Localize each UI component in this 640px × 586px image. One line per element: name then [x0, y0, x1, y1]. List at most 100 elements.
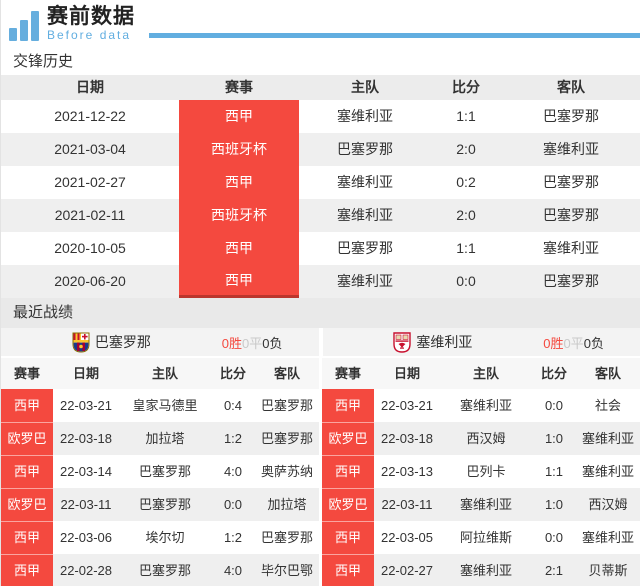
- home-team: 加拉塔: [145, 431, 185, 446]
- competition-badge: 西班牙杯: [179, 133, 299, 166]
- home-team: 巴塞罗那: [138, 497, 191, 512]
- match-score: 1:2: [223, 431, 243, 446]
- away-team: 贝蒂斯: [588, 563, 628, 578]
- match-date: 22-03-14: [59, 464, 113, 479]
- match-score: 0:2: [456, 174, 476, 190]
- table-row: 西甲 22-03-21 皇家马德里 0:4 巴塞罗那: [1, 389, 319, 422]
- col-header-date: 日期: [72, 366, 99, 381]
- site-logo: 赛前数据 Before data: [9, 6, 135, 41]
- team-record: 0胜0平0负: [222, 333, 319, 352]
- competition-badge: 西甲: [322, 521, 374, 554]
- col-header-home: 主队: [472, 366, 499, 381]
- match-date: 2020-06-20: [54, 273, 126, 289]
- match-date: 22-03-06: [59, 530, 113, 545]
- match-score: 1:2: [223, 530, 243, 545]
- logo-subtitle: Before data: [47, 28, 132, 42]
- record-draws: 0平: [242, 335, 263, 351]
- col-header-away: 客队: [557, 79, 585, 95]
- away-team: 塞维利亚: [581, 464, 634, 479]
- competition-badge: 西甲: [322, 554, 374, 586]
- home-team: 巴列卡: [466, 464, 506, 479]
- away-team: 社会: [594, 398, 621, 413]
- page: 赛前数据 Before data 交锋历史 日期 赛事 主队 比分 客队 202…: [0, 0, 640, 586]
- competition-badge: 西甲: [1, 521, 53, 554]
- home-team: 皇家马德里: [132, 398, 198, 413]
- col-header-home: 主队: [351, 79, 379, 95]
- table-row: 西甲 22-03-13 巴列卡 1:1 塞维利亚: [322, 455, 640, 488]
- home-team: 塞维利亚: [459, 398, 512, 413]
- logo-title: 赛前数据: [47, 5, 135, 28]
- record-losses: 0负: [583, 335, 604, 351]
- table-row: 2021-03-04 西班牙杯 巴塞罗那 2:0 塞维利亚: [1, 133, 640, 166]
- mini-table-header: 赛事 日期 主队 比分 客队: [322, 358, 640, 389]
- col-header-away: 客队: [594, 366, 621, 381]
- recent-panel-barcelona: 赛事 日期 主队 比分 客队 西甲 22-03-21 皇家马德里 0:4 巴塞罗…: [1, 358, 319, 586]
- table-row: 西甲 22-03-05 阿拉维斯 0:0 塞维利亚: [322, 521, 640, 554]
- away-team: 塞维利亚: [581, 530, 634, 545]
- col-header-score: 比分: [452, 79, 480, 95]
- competition-badge: 西甲: [322, 389, 374, 422]
- competition-badge: 西甲: [179, 265, 299, 298]
- away-team: 塞维利亚: [543, 141, 599, 157]
- home-team: 巴塞罗那: [337, 141, 393, 157]
- recent-panels: 赛事 日期 主队 比分 客队 西甲 22-03-21 皇家马德里 0:4 巴塞罗…: [1, 358, 640, 586]
- table-row: 2021-12-22 西甲 塞维利亚 1:1 巴塞罗那: [1, 100, 640, 133]
- record-wins: 0胜: [543, 335, 564, 351]
- competition-badge: 西甲: [179, 232, 299, 265]
- team-name: 塞维利亚: [416, 334, 473, 350]
- match-score: 2:0: [456, 207, 476, 223]
- match-score: 0:0: [544, 530, 564, 545]
- col-header-home: 主队: [151, 366, 178, 381]
- record-losses: 0负: [262, 335, 283, 351]
- match-score: 2:1: [544, 563, 564, 578]
- match-date: 2021-03-04: [54, 141, 126, 157]
- sevilla-badge-icon: [393, 331, 412, 353]
- match-score: 1:0: [544, 431, 564, 446]
- match-score: 0:0: [223, 497, 243, 512]
- team-record: 0胜0平0负: [543, 333, 640, 352]
- match-date: 22-03-21: [59, 398, 113, 413]
- col-header-date: 日期: [76, 79, 104, 95]
- away-team: 巴塞罗那: [543, 174, 599, 190]
- col-header-away: 客队: [273, 366, 300, 381]
- table-row: 欧罗巴 22-03-18 西汉姆 1:0 塞维利亚: [322, 422, 640, 455]
- away-team: 巴塞罗那: [260, 398, 313, 413]
- table-row: 欧罗巴 22-03-11 塞维利亚 1:0 西汉姆: [322, 488, 640, 521]
- col-header-score: 比分: [540, 366, 567, 381]
- away-team: 巴塞罗那: [260, 530, 313, 545]
- away-team: 巴塞罗那: [260, 431, 313, 446]
- mini-table-header: 赛事 日期 主队 比分 客队: [1, 358, 319, 389]
- table-row: 2020-10-05 西甲 巴塞罗那 1:1 塞维利亚: [1, 232, 640, 265]
- away-team: 塞维利亚: [581, 431, 634, 446]
- match-date: 22-03-18: [59, 431, 113, 446]
- competition-badge: 西甲: [1, 455, 53, 488]
- match-score: 0:0: [544, 398, 564, 413]
- match-score: 0:4: [223, 398, 243, 413]
- record-draws: 0平: [563, 335, 584, 351]
- table-row: 欧罗巴 22-03-18 加拉塔 1:2 巴塞罗那: [1, 422, 319, 455]
- home-team: 塞维利亚: [337, 273, 393, 289]
- col-header-comp: 赛事: [334, 366, 361, 381]
- record-wins: 0胜: [221, 335, 243, 351]
- away-team: 巴塞罗那: [543, 108, 599, 124]
- away-team: 西汉姆: [588, 497, 628, 512]
- table-row: 欧罗巴 22-03-11 巴塞罗那 0:0 加拉塔: [1, 488, 319, 521]
- away-team: 加拉塔: [267, 497, 307, 512]
- barcelona-badge-icon: [72, 332, 90, 353]
- match-date: 2021-02-27: [54, 174, 126, 190]
- match-score: 1:1: [456, 108, 476, 124]
- match-score: 4:0: [223, 464, 243, 479]
- competition-badge: 西甲: [1, 554, 53, 586]
- match-date: 22-03-11: [60, 497, 112, 512]
- recent-panel-sevilla: 赛事 日期 主队 比分 客队 西甲 22-03-21 塞维利亚 0:0 社会 欧…: [322, 358, 640, 586]
- competition-badge: 西甲: [179, 100, 299, 133]
- home-team: 塞维利亚: [337, 207, 393, 223]
- table-row: 西甲 22-02-28 巴塞罗那 4:0 毕尔巴鄂: [1, 554, 319, 586]
- match-score: 1:0: [544, 497, 564, 512]
- away-team: 巴塞罗那: [543, 273, 599, 289]
- col-header-comp: 赛事: [13, 366, 40, 381]
- match-date: 22-02-28: [59, 563, 113, 578]
- team-summary-barcelona: 巴塞罗那 0胜0平0负: [1, 328, 319, 356]
- bar-chart-icon: [9, 11, 42, 41]
- home-team: 巴塞罗那: [337, 240, 393, 256]
